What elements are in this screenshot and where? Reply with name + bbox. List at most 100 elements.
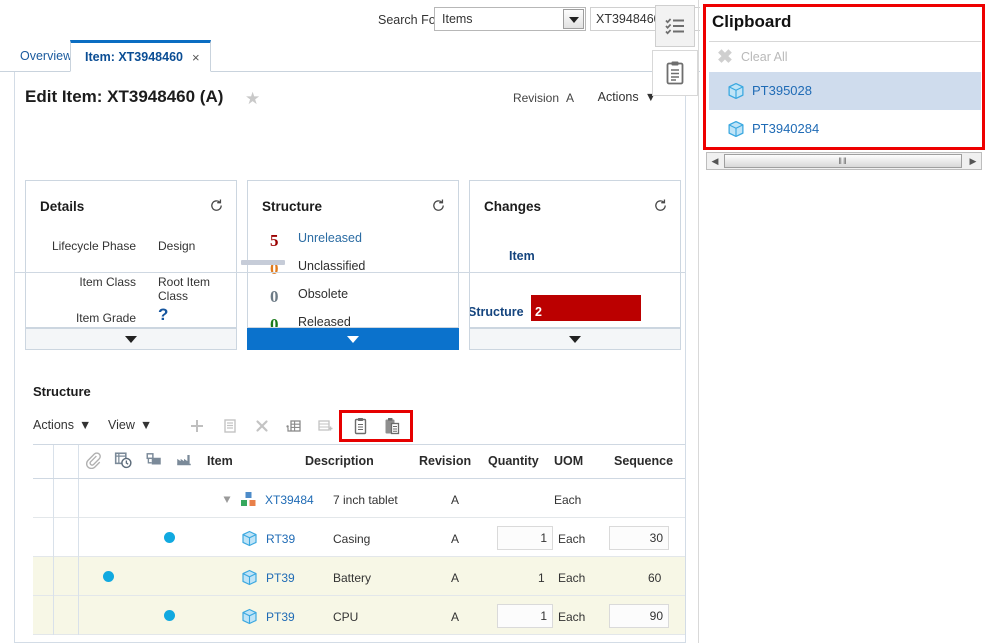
substitute-icon[interactable] bbox=[145, 451, 163, 469]
page-title: Edit Item: XT3948460 (A) bbox=[25, 87, 224, 106]
panel-splitter-handle[interactable] bbox=[241, 260, 285, 265]
cell-item[interactable]: XT39484 bbox=[265, 493, 314, 507]
structure-actions-menu[interactable]: Actions ▼ bbox=[33, 418, 91, 432]
scroll-left-arrow-icon[interactable]: ◀ bbox=[707, 153, 723, 169]
page-actions-label: Actions bbox=[597, 90, 639, 104]
attachment-icon[interactable] bbox=[84, 451, 102, 469]
cube-icon bbox=[242, 530, 257, 547]
section-divider bbox=[15, 272, 685, 273]
structure-count-3: 0 bbox=[270, 315, 279, 328]
cell-revision: A bbox=[451, 571, 460, 585]
column-divider bbox=[78, 518, 79, 557]
duplicate-icon[interactable] bbox=[218, 414, 242, 438]
column-header-uom[interactable]: UOM bbox=[554, 454, 583, 468]
column-header-quantity[interactable]: Quantity bbox=[488, 454, 539, 468]
close-icon[interactable]: × bbox=[192, 50, 200, 65]
column-divider bbox=[53, 479, 54, 518]
detail-label-1: Item Class bbox=[79, 275, 136, 289]
table-row[interactable]: PT39 CPU A 1 Each 90 Des bbox=[33, 596, 685, 635]
refresh-icon[interactable] bbox=[653, 198, 668, 213]
task-list-icon bbox=[665, 18, 684, 35]
cell-quantity-input[interactable]: 1 bbox=[497, 604, 553, 628]
app-right-edge bbox=[698, 0, 699, 643]
refresh-icon[interactable] bbox=[209, 198, 224, 213]
structure-actions-label: Actions bbox=[33, 418, 74, 432]
clipboard-item[interactable]: PT395028 bbox=[709, 72, 981, 110]
clear-x-icon[interactable]: ✖ bbox=[714, 46, 736, 68]
structure-card-expand[interactable] bbox=[247, 328, 459, 350]
cell-revision: A bbox=[451, 532, 460, 546]
cell-sequence-input[interactable]: 90 bbox=[609, 604, 669, 628]
top-search-bar: Search For Items bbox=[0, 0, 700, 40]
structure-table: Item Description Revision Quantity UOM S… bbox=[33, 444, 685, 635]
clipboard-item-label: PT395028 bbox=[752, 83, 812, 98]
tab-item[interactable]: Item: XT3948460 × bbox=[70, 40, 211, 72]
add-icon[interactable] bbox=[185, 414, 209, 438]
scroll-right-arrow-icon[interactable]: ▶ bbox=[965, 153, 981, 169]
cell-sequence-input[interactable]: 30 bbox=[609, 526, 669, 550]
changes-bar-category-0: Item bbox=[509, 249, 535, 263]
search-scope-select[interactable]: Items bbox=[434, 7, 586, 31]
clear-all-label: Clear All bbox=[741, 50, 788, 64]
refresh-icon[interactable] bbox=[431, 198, 446, 213]
delete-icon[interactable] bbox=[250, 414, 274, 438]
info-cards: Details Lifecycle Phase Design Item Clas… bbox=[25, 180, 681, 350]
clipboard-item[interactable]: PT3940284 bbox=[709, 110, 981, 148]
cell-item[interactable]: PT39 bbox=[266, 610, 295, 624]
structure-label-1: Unclassified bbox=[298, 259, 366, 273]
cell-item[interactable]: PT39 bbox=[266, 571, 295, 585]
expander-icon[interactable] bbox=[223, 495, 232, 504]
table-row[interactable]: XT39484 7 inch tablet A Each Des bbox=[33, 479, 685, 518]
column-divider bbox=[78, 557, 79, 596]
column-header-item[interactable]: Item bbox=[207, 454, 233, 468]
structure-icon bbox=[241, 492, 256, 506]
cell-revision: A bbox=[451, 493, 460, 507]
cell-description: CPU bbox=[333, 610, 359, 624]
page-frame: Edit Item: XT3948460 (A) ★ Revision A Ac… bbox=[14, 72, 686, 643]
column-divider bbox=[53, 557, 54, 596]
cell-uom: Each bbox=[558, 532, 586, 546]
structure-label-0[interactable]: Unreleased bbox=[298, 231, 362, 245]
task-list-button[interactable] bbox=[655, 5, 695, 47]
tab-strip: Overview Item: XT3948460 × bbox=[0, 40, 700, 72]
page-actions-menu[interactable]: Actions ▼ bbox=[598, 90, 657, 104]
manufacturer-icon[interactable] bbox=[175, 451, 193, 469]
chevron-down-icon[interactable] bbox=[563, 9, 584, 29]
clipboard-horizontal-scrollbar[interactable]: ◀ ‖‖ ▶ bbox=[706, 152, 982, 170]
changes-bar-1 bbox=[531, 295, 641, 321]
effectivity-icon[interactable] bbox=[114, 451, 132, 469]
cell-item[interactable]: RT39 bbox=[266, 532, 295, 546]
table-row[interactable]: RT39 Casing A 1 Each 30 Des bbox=[33, 518, 685, 557]
clipboard-item-label: PT3940284 bbox=[752, 121, 820, 136]
column-header-revision[interactable]: Revision bbox=[419, 454, 471, 468]
clipboard-button[interactable] bbox=[652, 50, 698, 96]
add-row-icon[interactable] bbox=[313, 414, 337, 438]
cell-uom: Each bbox=[558, 610, 586, 624]
column-header-description[interactable]: Description bbox=[305, 454, 374, 468]
edit-table-icon[interactable] bbox=[281, 414, 305, 438]
detail-value-2: ? bbox=[158, 305, 169, 324]
star-icon[interactable]: ★ bbox=[245, 89, 260, 109]
clipboard-clear-all[interactable]: ✖ Clear All bbox=[709, 42, 981, 72]
cell-revision: A bbox=[451, 610, 460, 624]
changes-card-title: Changes bbox=[484, 199, 542, 214]
table-row[interactable]: PT39 Battery A 1 Each 60 Des bbox=[33, 557, 685, 596]
details-card: Details Lifecycle Phase Design Item Clas… bbox=[25, 180, 237, 328]
cell-uom: Each bbox=[558, 571, 586, 585]
structure-count-0: 5 bbox=[270, 231, 279, 250]
page-header: Edit Item: XT3948460 (A) ★ Revision A Ac… bbox=[15, 72, 685, 120]
cell-description: Casing bbox=[333, 532, 371, 546]
structure-section-title: Structure bbox=[33, 384, 91, 399]
changes-card-expand[interactable] bbox=[469, 328, 681, 350]
column-divider bbox=[78, 596, 79, 635]
cube-icon bbox=[242, 569, 257, 586]
cell-quantity-input[interactable]: 1 bbox=[497, 526, 553, 550]
search-for-label: Search For bbox=[378, 13, 440, 27]
details-card-expand[interactable] bbox=[25, 328, 237, 350]
column-divider bbox=[53, 445, 54, 478]
scrollbar-thumb[interactable]: ‖‖ bbox=[724, 154, 962, 168]
search-scope-value: Items bbox=[442, 12, 473, 26]
cell-uom: Each bbox=[554, 493, 582, 507]
column-header-sequence[interactable]: Sequence bbox=[614, 454, 673, 468]
structure-view-menu[interactable]: View ▼ bbox=[108, 418, 152, 432]
